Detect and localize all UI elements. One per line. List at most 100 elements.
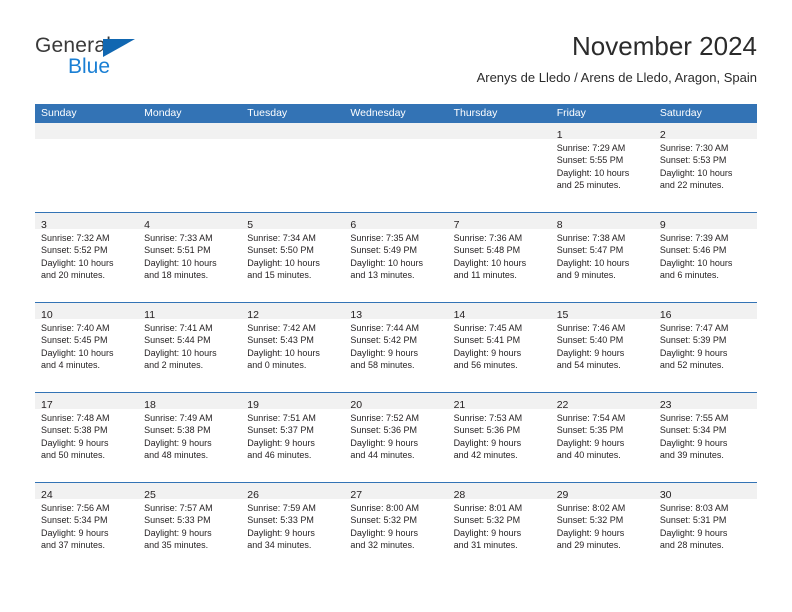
calendar-day-cell[interactable]: 1 Sunrise: 7:29 AM Sunset: 5:55 PM Daylight… bbox=[550, 123, 654, 212]
day-number: 28 bbox=[453, 489, 466, 501]
daylight-text-line1: Daylight: 10 hours bbox=[144, 347, 217, 358]
day-details: Sunrise: 7:30 AM Sunset: 5:53 PM Daylight:… bbox=[654, 139, 757, 192]
calendar-day-cell[interactable]: 8 Sunrise: 7:38 AM Sunset: 5:47 PM Daylight… bbox=[550, 213, 654, 302]
calendar-day-cell[interactable]: 5 Sunrise: 7:34 AM Sunset: 5:50 PM Daylight… bbox=[241, 213, 345, 302]
day-number-band: 19 bbox=[241, 393, 345, 411]
day-number: 2 bbox=[659, 129, 666, 141]
daylight-text-line2: and 13 minutes. bbox=[350, 270, 415, 281]
day-number-band: 20 bbox=[344, 393, 448, 411]
day-details: Sunrise: 7:47 AM Sunset: 5:39 PM Daylight:… bbox=[654, 319, 757, 372]
daylight-text-line1: Daylight: 10 hours bbox=[41, 257, 114, 268]
day-details: Sunrise: 7:42 AM Sunset: 5:43 PM Daylight:… bbox=[241, 319, 344, 372]
day-details: Sunrise: 8:01 AM Sunset: 5:32 PM Daylight:… bbox=[448, 499, 551, 552]
sunset-text: Sunset: 5:45 PM bbox=[41, 335, 108, 346]
day-number-band: 5 bbox=[241, 213, 345, 231]
calendar-day-cell[interactable]: 17 Sunrise: 7:48 AM Sunset: 5:38 PM Dayligh… bbox=[35, 393, 139, 482]
calendar-day-cell[interactable]: 29 Sunrise: 8:02 AM Sunset: 5:32 PM Dayligh… bbox=[550, 483, 654, 572]
day-number: 4 bbox=[144, 219, 150, 231]
sunset-text: Sunset: 5:40 PM bbox=[556, 335, 624, 346]
sunset-text: Sunset: 5:38 PM bbox=[41, 425, 108, 436]
calendar-day-cell[interactable]: 3 Sunrise: 7:32 AM Sunset: 5:52 PM Daylight… bbox=[35, 213, 139, 302]
calendar-day-cell[interactable]: 24 Sunrise: 7:56 AM Sunset: 5:34 PM Dayligh… bbox=[35, 483, 139, 572]
calendar-day-cell[interactable]: 2 Sunrise: 7:30 AM Sunset: 5:53 PM Daylight… bbox=[653, 123, 757, 212]
weekday-header-tuesday: Tuesday bbox=[247, 107, 288, 119]
calendar-day-cell[interactable]: 13 Sunrise: 7:44 AM Sunset: 5:42 PM Dayligh… bbox=[344, 303, 448, 392]
calendar-day-cell[interactable]: 11 Sunrise: 7:41 AM Sunset: 5:44 PM Dayligh… bbox=[138, 303, 242, 392]
day-number-band: 3 bbox=[35, 213, 139, 231]
daylight-text-line2: and 22 minutes. bbox=[659, 180, 724, 191]
daylight-text-line2: and 4 minutes. bbox=[41, 360, 101, 371]
sunset-text: Sunset: 5:35 PM bbox=[556, 425, 624, 436]
calendar-day-cell-empty bbox=[138, 123, 242, 212]
day-details: Sunrise: 7:56 AM Sunset: 5:34 PM Daylight:… bbox=[35, 499, 138, 552]
calendar-week-row: 17 Sunrise: 7:48 AM Sunset: 5:38 PM Dayligh… bbox=[35, 392, 757, 482]
daylight-text-line2: and 11 minutes. bbox=[453, 270, 517, 281]
calendar-day-cell[interactable]: 25 Sunrise: 7:57 AM Sunset: 5:33 PM Dayligh… bbox=[138, 483, 242, 572]
calendar-day-cell[interactable]: 12 Sunrise: 7:42 AM Sunset: 5:43 PM Dayligh… bbox=[241, 303, 345, 392]
day-number-band bbox=[35, 123, 139, 139]
day-number-band: 11 bbox=[138, 303, 242, 321]
sunrise-text: Sunrise: 7:57 AM bbox=[144, 503, 213, 513]
sunset-text: Sunset: 5:48 PM bbox=[453, 245, 521, 256]
calendar-day-cell[interactable]: 4 Sunrise: 7:33 AM Sunset: 5:51 PM Daylight… bbox=[138, 213, 242, 302]
day-details bbox=[344, 139, 447, 142]
day-number-band: 26 bbox=[241, 483, 345, 501]
sunrise-text: Sunrise: 7:42 AM bbox=[247, 323, 316, 333]
general-blue-logo[interactable]: General Blue bbox=[35, 34, 255, 90]
calendar-day-cell[interactable]: 7 Sunrise: 7:36 AM Sunset: 5:48 PM Daylight… bbox=[447, 213, 551, 302]
day-details: Sunrise: 7:36 AM Sunset: 5:48 PM Daylight:… bbox=[448, 229, 551, 282]
daylight-text-line1: Daylight: 10 hours bbox=[350, 257, 423, 268]
daylight-text-line2: and 25 minutes. bbox=[556, 180, 621, 191]
sunset-text: Sunset: 5:34 PM bbox=[41, 515, 108, 526]
day-number: 30 bbox=[659, 489, 672, 501]
calendar-day-cell[interactable]: 9 Sunrise: 7:39 AM Sunset: 5:46 PM Daylight… bbox=[653, 213, 757, 302]
day-details: Sunrise: 7:59 AM Sunset: 5:33 PM Daylight:… bbox=[241, 499, 344, 552]
daylight-text-line2: and 2 minutes. bbox=[144, 360, 204, 371]
day-details: Sunrise: 7:39 AM Sunset: 5:46 PM Daylight:… bbox=[654, 229, 757, 282]
daylight-text-line2: and 31 minutes. bbox=[453, 540, 518, 551]
day-number: 3 bbox=[41, 219, 47, 231]
calendar-day-cell[interactable]: 6 Sunrise: 7:35 AM Sunset: 5:49 PM Daylight… bbox=[344, 213, 448, 302]
calendar-day-cell[interactable]: 16 Sunrise: 7:47 AM Sunset: 5:39 PM Dayligh… bbox=[653, 303, 757, 392]
calendar-day-cell[interactable]: 10 Sunrise: 7:40 AM Sunset: 5:45 PM Dayligh… bbox=[35, 303, 139, 392]
sunset-text: Sunset: 5:32 PM bbox=[350, 515, 417, 526]
calendar-day-cell[interactable]: 28 Sunrise: 8:01 AM Sunset: 5:32 PM Dayligh… bbox=[447, 483, 551, 572]
sunrise-text: Sunrise: 7:29 AM bbox=[556, 143, 626, 153]
daylight-text-line2: and 56 minutes. bbox=[453, 360, 518, 371]
daylight-text-line2: and 42 minutes. bbox=[453, 450, 518, 461]
calendar-day-cell[interactable]: 23 Sunrise: 7:55 AM Sunset: 5:34 PM Dayligh… bbox=[653, 393, 757, 482]
day-details bbox=[138, 139, 241, 142]
sunrise-text: Sunrise: 7:38 AM bbox=[556, 233, 626, 243]
daylight-text-line2: and 18 minutes. bbox=[144, 270, 209, 281]
calendar-day-cell[interactable]: 20 Sunrise: 7:52 AM Sunset: 5:36 PM Dayligh… bbox=[344, 393, 448, 482]
day-number-band bbox=[241, 123, 345, 139]
calendar-day-cell[interactable]: 27 Sunrise: 8:00 AM Sunset: 5:32 PM Dayligh… bbox=[344, 483, 448, 572]
day-number: 14 bbox=[453, 309, 466, 321]
day-number: 11 bbox=[144, 309, 156, 321]
calendar-day-cell[interactable]: 26 Sunrise: 7:59 AM Sunset: 5:33 PM Dayligh… bbox=[241, 483, 345, 572]
calendar-day-cell[interactable]: 22 Sunrise: 7:54 AM Sunset: 5:35 PM Dayligh… bbox=[550, 393, 654, 482]
day-details: Sunrise: 8:02 AM Sunset: 5:32 PM Daylight:… bbox=[551, 499, 654, 552]
daylight-text-line1: Daylight: 9 hours bbox=[350, 527, 418, 538]
day-number-band: 28 bbox=[447, 483, 551, 501]
calendar-day-cell[interactable]: 21 Sunrise: 7:53 AM Sunset: 5:36 PM Dayligh… bbox=[447, 393, 551, 482]
daylight-text-line1: Daylight: 9 hours bbox=[453, 437, 522, 448]
calendar-day-cell[interactable]: 15 Sunrise: 7:46 AM Sunset: 5:40 PM Dayligh… bbox=[550, 303, 654, 392]
daylight-text-line2: and 44 minutes. bbox=[350, 450, 415, 461]
weekday-header-monday: Monday bbox=[144, 107, 182, 119]
calendar-week-row: 3 Sunrise: 7:32 AM Sunset: 5:52 PM Daylight… bbox=[35, 212, 757, 302]
calendar-day-cell[interactable]: 30 Sunrise: 8:03 AM Sunset: 5:31 PM Dayligh… bbox=[653, 483, 757, 572]
day-number-band: 27 bbox=[344, 483, 448, 501]
daylight-text-line2: and 20 minutes. bbox=[41, 270, 106, 281]
calendar-grid: Sunday Monday Tuesday Wednesday Thursday… bbox=[35, 104, 757, 572]
calendar-day-cell[interactable]: 19 Sunrise: 7:51 AM Sunset: 5:37 PM Dayligh… bbox=[241, 393, 345, 482]
calendar-day-cell[interactable]: 14 Sunrise: 7:45 AM Sunset: 5:41 PM Dayligh… bbox=[447, 303, 551, 392]
sunset-text: Sunset: 5:39 PM bbox=[659, 335, 727, 346]
day-details: Sunrise: 7:29 AM Sunset: 5:55 PM Daylight:… bbox=[551, 139, 654, 192]
sunset-text: Sunset: 5:53 PM bbox=[659, 155, 727, 166]
day-number-band: 17 bbox=[35, 393, 139, 411]
calendar-day-cell[interactable]: 18 Sunrise: 7:49 AM Sunset: 5:38 PM Dayligh… bbox=[138, 393, 242, 482]
day-number-band bbox=[447, 123, 551, 139]
calendar-day-cell-empty bbox=[344, 123, 448, 212]
sunrise-text: Sunrise: 7:39 AM bbox=[659, 233, 729, 243]
